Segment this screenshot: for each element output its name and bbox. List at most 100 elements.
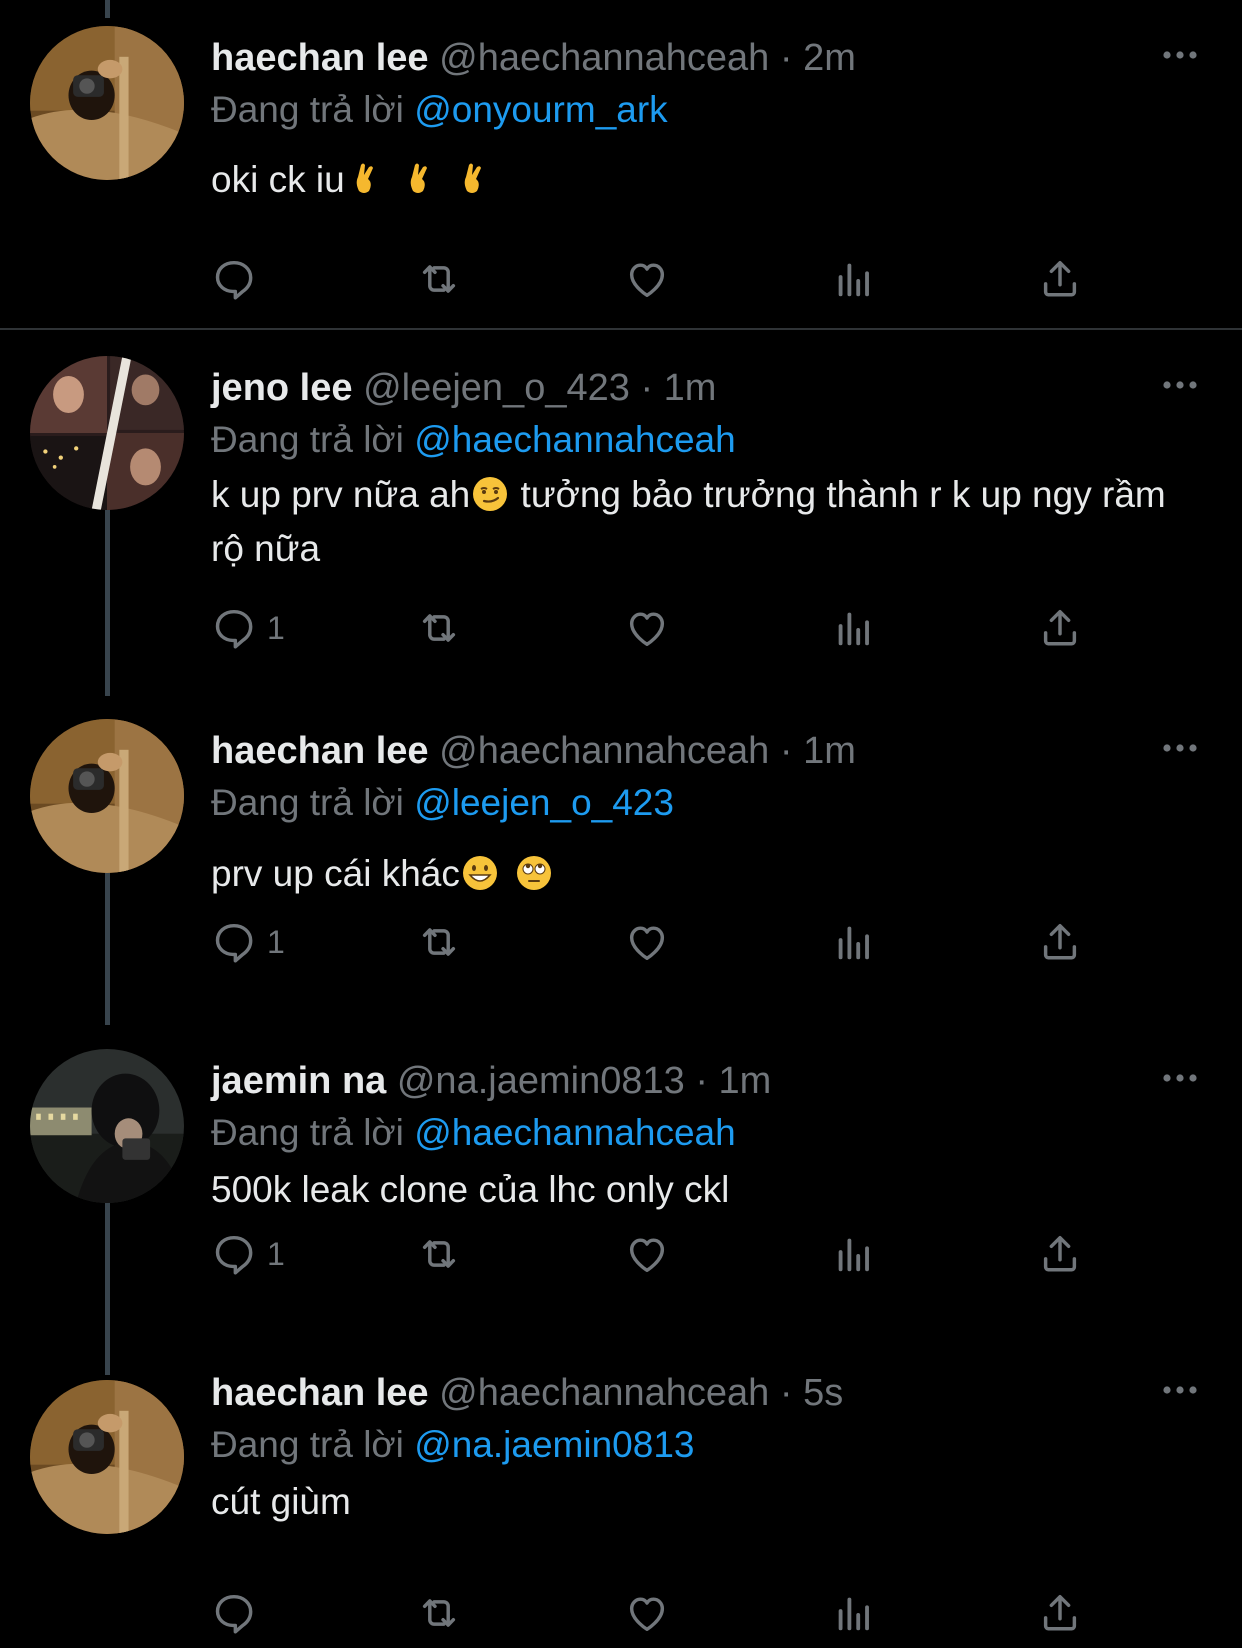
reply-prefix: Đang trả lời <box>211 782 404 823</box>
username[interactable]: @haechannahceah <box>439 730 769 772</box>
timestamp[interactable]: 1m <box>719 1060 772 1102</box>
like-button[interactable] <box>624 1227 670 1281</box>
tweet-text-content: prv up cái khác <box>211 853 460 894</box>
retweet-button[interactable] <box>416 252 462 306</box>
tweet-text: k up prv nữa ah tưởng bảo trưởng thành r… <box>211 468 1191 576</box>
retweet-icon <box>416 256 462 302</box>
username[interactable]: @na.jaemin0813 <box>397 1060 685 1102</box>
mention-link[interactable]: @haechannahceah <box>414 419 736 460</box>
reply-prefix: Đang trả lời <box>211 419 404 460</box>
like-button[interactable] <box>624 1586 670 1640</box>
reply-button[interactable]: 1 <box>211 915 285 969</box>
separator-dot: · <box>779 730 793 772</box>
views-icon <box>831 1231 877 1277</box>
thread-line <box>105 855 110 1025</box>
thread-line <box>105 0 110 18</box>
divider <box>0 328 1242 330</box>
thread-line <box>105 1185 110 1375</box>
separator-dot: · <box>695 1060 708 1102</box>
views-icon <box>831 605 877 651</box>
avatar[interactable] <box>30 1380 184 1534</box>
tweet-header: haechan lee @haechannahceah · 2m <box>211 36 856 80</box>
crossed-fingers-emoji <box>410 163 427 193</box>
more-icon[interactable] <box>1160 1383 1200 1397</box>
timestamp[interactable]: 5s <box>803 1372 843 1414</box>
timestamp[interactable]: 1m <box>664 367 717 409</box>
more-icon[interactable] <box>1160 378 1200 392</box>
separator-dot: · <box>640 367 654 409</box>
like-button[interactable] <box>624 252 670 306</box>
share-icon <box>1037 1590 1083 1636</box>
avatar[interactable] <box>30 26 184 180</box>
username[interactable]: @leejen_o_423 <box>363 367 630 409</box>
reply-context: Đang trả lời @onyourm_ark <box>211 88 668 132</box>
reply-icon <box>211 256 257 302</box>
views-button[interactable] <box>831 915 877 969</box>
display-name[interactable]: haechan lee <box>211 37 429 79</box>
avatar[interactable] <box>30 356 184 510</box>
reply-button[interactable]: 1 <box>211 1227 285 1281</box>
rolling-eyes-emoji <box>516 856 551 890</box>
reply-count: 1 <box>267 1235 285 1272</box>
like-icon <box>624 1231 670 1277</box>
reply-context: Đang trả lời @na.jaemin0813 <box>211 1423 695 1467</box>
views-button[interactable] <box>831 1586 877 1640</box>
reply-context: Đang trả lời @haechannahceah <box>211 418 736 462</box>
more-icon[interactable] <box>1160 1071 1200 1085</box>
mention-link[interactable]: @onyourm_ark <box>414 89 668 130</box>
thread-line <box>105 490 110 696</box>
mention-link[interactable]: @leejen_o_423 <box>414 782 674 823</box>
avatar[interactable] <box>30 1049 184 1203</box>
tweet-header: jaemin na @na.jaemin0813 · 1m <box>211 1059 771 1103</box>
username[interactable]: @haechannahceah <box>439 37 769 79</box>
like-button[interactable] <box>624 601 670 655</box>
timestamp[interactable]: 1m <box>803 730 856 772</box>
retweet-button[interactable] <box>416 601 462 655</box>
crossed-fingers-emoji <box>356 163 373 193</box>
views-button[interactable] <box>831 601 877 655</box>
tweet-text: prv up cái khác <box>211 847 1191 901</box>
retweet-icon <box>416 1590 462 1636</box>
mention-link[interactable]: @haechannahceah <box>414 1112 736 1153</box>
avatar[interactable] <box>30 719 184 873</box>
share-button[interactable] <box>1037 915 1083 969</box>
share-button[interactable] <box>1037 1586 1083 1640</box>
reply-icon <box>211 605 257 651</box>
mention-link[interactable]: @na.jaemin0813 <box>414 1424 694 1465</box>
reply-button[interactable] <box>211 252 267 306</box>
timestamp[interactable]: 2m <box>803 37 856 79</box>
share-button[interactable] <box>1037 1227 1083 1281</box>
views-icon <box>831 256 877 302</box>
share-button[interactable] <box>1037 252 1083 306</box>
separator-dot: · <box>779 37 793 79</box>
separator-dot: · <box>779 1372 793 1414</box>
username[interactable]: @haechannahceah <box>439 1372 769 1414</box>
reply-context: Đang trả lời @leejen_o_423 <box>211 781 674 825</box>
tweet-actions <box>211 1586 1091 1640</box>
retweet-button[interactable] <box>416 1227 462 1281</box>
retweet-button[interactable] <box>416 1586 462 1640</box>
display-name[interactable]: jeno lee <box>211 367 353 409</box>
display-name[interactable]: jaemin na <box>211 1060 386 1102</box>
tweet-actions <box>211 252 1091 306</box>
reply-context: Đang trả lời @haechannahceah <box>211 1111 736 1155</box>
reply-button[interactable] <box>211 1586 267 1640</box>
display-name[interactable]: haechan lee <box>211 1372 429 1414</box>
tweet-actions: 1 <box>211 601 1091 655</box>
display-name[interactable]: haechan lee <box>211 730 429 772</box>
retweet-icon <box>416 919 462 965</box>
retweet-button[interactable] <box>416 915 462 969</box>
views-button[interactable] <box>831 1227 877 1281</box>
share-icon <box>1037 1231 1083 1277</box>
views-button[interactable] <box>831 252 877 306</box>
tweet-actions: 1 <box>211 915 1091 969</box>
share-icon <box>1037 605 1083 651</box>
share-button[interactable] <box>1037 601 1083 655</box>
retweet-icon <box>416 605 462 651</box>
like-button[interactable] <box>624 915 670 969</box>
reply-button[interactable]: 1 <box>211 601 285 655</box>
share-icon <box>1037 256 1083 302</box>
more-icon[interactable] <box>1160 48 1200 62</box>
more-icon[interactable] <box>1160 741 1200 755</box>
tweet-header: jeno lee @leejen_o_423 · 1m <box>211 366 716 410</box>
